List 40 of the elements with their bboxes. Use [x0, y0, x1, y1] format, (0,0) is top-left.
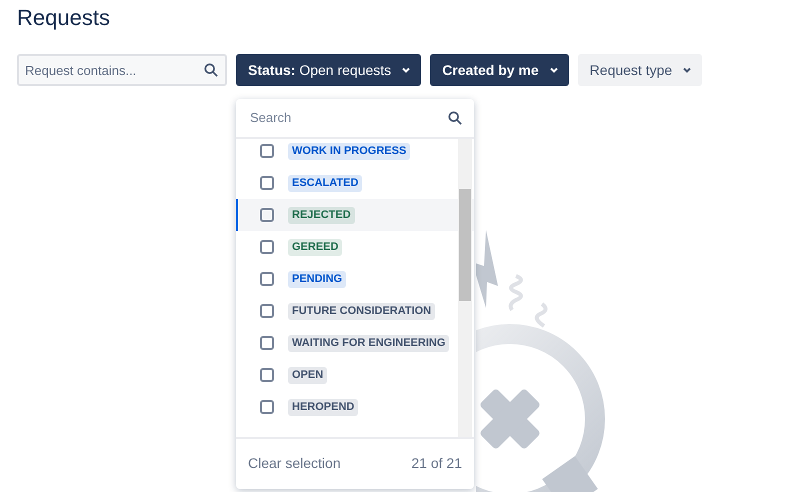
selection-count: 21 of 21	[411, 454, 462, 472]
checkbox[interactable]	[260, 240, 274, 254]
page-title: Requests	[17, 4, 111, 32]
clear-selection-link[interactable]: Clear selection	[248, 452, 341, 474]
status-option[interactable]: OPEN	[236, 359, 474, 391]
status-lozenge: OPEN	[288, 366, 328, 384]
checkbox[interactable]	[260, 208, 274, 222]
status-option[interactable]: HEROPEND	[236, 391, 474, 423]
chevron-down-icon	[682, 65, 692, 75]
status-lozenge: WORK IN PROGRESS	[288, 142, 410, 160]
status-option[interactable]: PENDING	[236, 263, 474, 295]
search-icon	[204, 63, 218, 77]
checkbox[interactable]	[260, 272, 274, 286]
status-option[interactable]: ESCALATED	[236, 167, 474, 199]
checkbox[interactable]	[260, 336, 274, 350]
checkbox[interactable]	[260, 144, 274, 158]
scrollbar[interactable]	[458, 139, 472, 437]
checkbox[interactable]	[260, 176, 274, 190]
checkbox[interactable]	[260, 368, 274, 382]
status-lozenge: WAITING FOR ENGINEERING	[288, 334, 450, 352]
status-lozenge: FUTURE CONSIDERATION	[288, 302, 436, 320]
chevron-down-icon	[548, 65, 559, 75]
status-lozenge: PENDING	[288, 270, 346, 288]
checkbox[interactable]	[260, 304, 274, 318]
status-lozenge: GEREED	[288, 238, 342, 256]
status-option[interactable]: FUTURE CONSIDERATION	[236, 295, 474, 327]
status-lozenge: HEROPEND	[288, 398, 358, 416]
status-option[interactable]: GEREED	[236, 231, 474, 263]
chevron-down-icon	[401, 65, 412, 75]
status-lozenge: ESCALATED	[288, 174, 362, 192]
filter-dropdown-button[interactable]: Created by me	[430, 54, 569, 86]
checkbox[interactable]	[260, 400, 274, 414]
search-icon	[448, 111, 462, 125]
status-lozenge: REJECTED	[288, 206, 355, 224]
filter-dropdown-button[interactable]: Request type	[578, 54, 702, 86]
status-option[interactable]: WAITING FOR ENGINEERING	[236, 327, 474, 359]
filter-dropdown-button[interactable]: Status: Open requests	[236, 54, 422, 86]
status-option[interactable]: REJECTED	[236, 199, 474, 231]
search-field[interactable]: Request contains...	[17, 54, 227, 86]
status-option[interactable]: WORK IN PROGRESS	[236, 139, 474, 167]
